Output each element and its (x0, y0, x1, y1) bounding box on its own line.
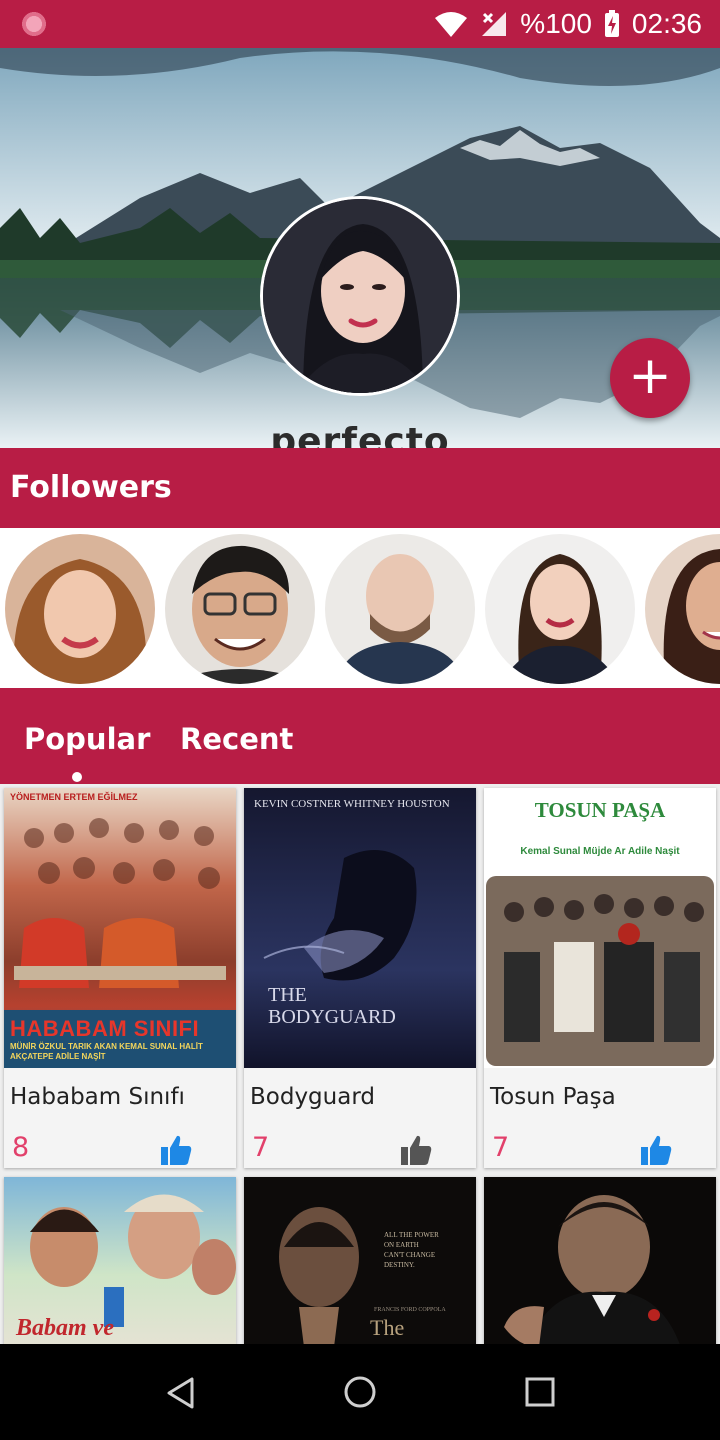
battery-percent: %100 (520, 8, 592, 39)
wifi-icon (434, 10, 468, 38)
poster-credits-text: Kemal Sunal Müjde Ar Adile Naşit (520, 846, 680, 857)
poster-title-text: TOSUN PAŞA (534, 798, 666, 822)
tab-recent[interactable]: Recent (180, 722, 293, 756)
like-count: 7 (492, 1132, 510, 1163)
battery-charging-icon (604, 10, 620, 38)
like-count: 7 (252, 1132, 270, 1163)
movie-poster[interactable]: YÖNETMEN ERTEM EĞİLMEZ HABABAM SINIFI MÜ… (4, 788, 236, 1068)
add-icon: + (628, 346, 672, 406)
profile-username: perfecto (270, 421, 450, 448)
movie-card[interactable]: YÖNETMEN ERTEM EĞİLMEZ HABABAM SINIFI MÜ… (4, 788, 236, 1168)
status-indicators: %100 02:36 (434, 0, 702, 48)
svg-text:DESTINY.: DESTINY. (384, 1261, 415, 1269)
home-icon[interactable] (343, 1375, 377, 1409)
status-bar: %100 02:36 (0, 0, 720, 48)
movie-poster[interactable]: TOSUN PAŞA Kemal Sunal Müjde Ar Adile Na… (484, 788, 716, 1068)
movie-card[interactable]: Babam ve (4, 1177, 236, 1344)
poster-title-text: HABABAM SINIFI (10, 1016, 200, 1041)
movie-poster[interactable] (484, 1177, 716, 1344)
tab-indicator (72, 772, 82, 782)
movie-card[interactable] (484, 1177, 716, 1344)
movie-poster[interactable]: Babam ve (4, 1177, 236, 1344)
movies-grid[interactable]: YÖNETMEN ERTEM EĞİLMEZ HABABAM SINIFI MÜ… (0, 784, 720, 1344)
movie-title: Hababam Sınıfı (10, 1084, 185, 1110)
svg-text:CAN'T CHANGE: CAN'T CHANGE (384, 1251, 435, 1259)
poster-credits-text: MÜNİR ÖZKUL TARIK AKAN KEMAL SUNAL HALİT… (10, 1042, 203, 1061)
poster-title-text: The (370, 1315, 405, 1340)
follower-avatar[interactable] (165, 534, 315, 684)
back-icon[interactable] (164, 1376, 198, 1410)
add-button[interactable]: + (610, 338, 690, 418)
movie-card[interactable]: KEVIN COSTNER WHITNEY HOUSTON THE BODYGU… (244, 788, 476, 1168)
poster-title-text: Babam ve (16, 1315, 114, 1341)
poster-art (504, 1195, 680, 1344)
poster-art (486, 876, 714, 1066)
follower-avatar[interactable] (485, 534, 635, 684)
svg-text:FRANCIS FORD COPPOLA: FRANCIS FORD COPPOLA (374, 1307, 446, 1313)
thumbs-up-icon[interactable] (160, 1134, 192, 1166)
movie-poster[interactable]: KEVIN COSTNER WHITNEY HOUSTON THE BODYGU… (244, 788, 476, 1068)
svg-text:ON EARTH: ON EARTH (384, 1241, 419, 1249)
recent-apps-icon[interactable] (524, 1376, 556, 1408)
poster-title-text: THE BODYGUARD (268, 984, 396, 1028)
thumbs-up-icon[interactable] (640, 1134, 672, 1166)
movie-card[interactable]: ALL THE POWER ON EARTH CAN'T CHANGE DEST… (244, 1177, 476, 1344)
clock: 02:36 (631, 8, 702, 39)
follower-avatar[interactable] (645, 534, 720, 684)
profile-avatar[interactable] (260, 196, 460, 396)
signal-icon (480, 10, 508, 38)
system-navigation-bar (0, 1344, 720, 1440)
poster-art: ALL THE POWER ON EARTH CAN'T CHANGE DEST… (279, 1207, 446, 1344)
svg-text:ALL THE POWER: ALL THE POWER (384, 1231, 439, 1239)
followers-header: Followers (0, 448, 720, 528)
movie-poster[interactable]: ALL THE POWER ON EARTH CAN'T CHANGE DEST… (244, 1177, 476, 1344)
movie-title: Bodyguard (250, 1084, 375, 1110)
follower-avatar[interactable] (325, 534, 475, 684)
movie-title: Tosun Paşa (490, 1084, 616, 1110)
notification-icon (20, 10, 48, 38)
followers-title: Followers (10, 470, 172, 505)
followers-list[interactable] (0, 528, 720, 688)
tab-popular[interactable]: Popular (24, 722, 150, 756)
like-count: 8 (12, 1132, 30, 1163)
thumbs-up-icon[interactable] (400, 1134, 432, 1166)
movie-card[interactable]: TOSUN PAŞA Kemal Sunal Müjde Ar Adile Na… (484, 788, 716, 1168)
tabs-bar: Popular Recent (0, 688, 720, 784)
follower-avatar[interactable] (5, 534, 155, 684)
